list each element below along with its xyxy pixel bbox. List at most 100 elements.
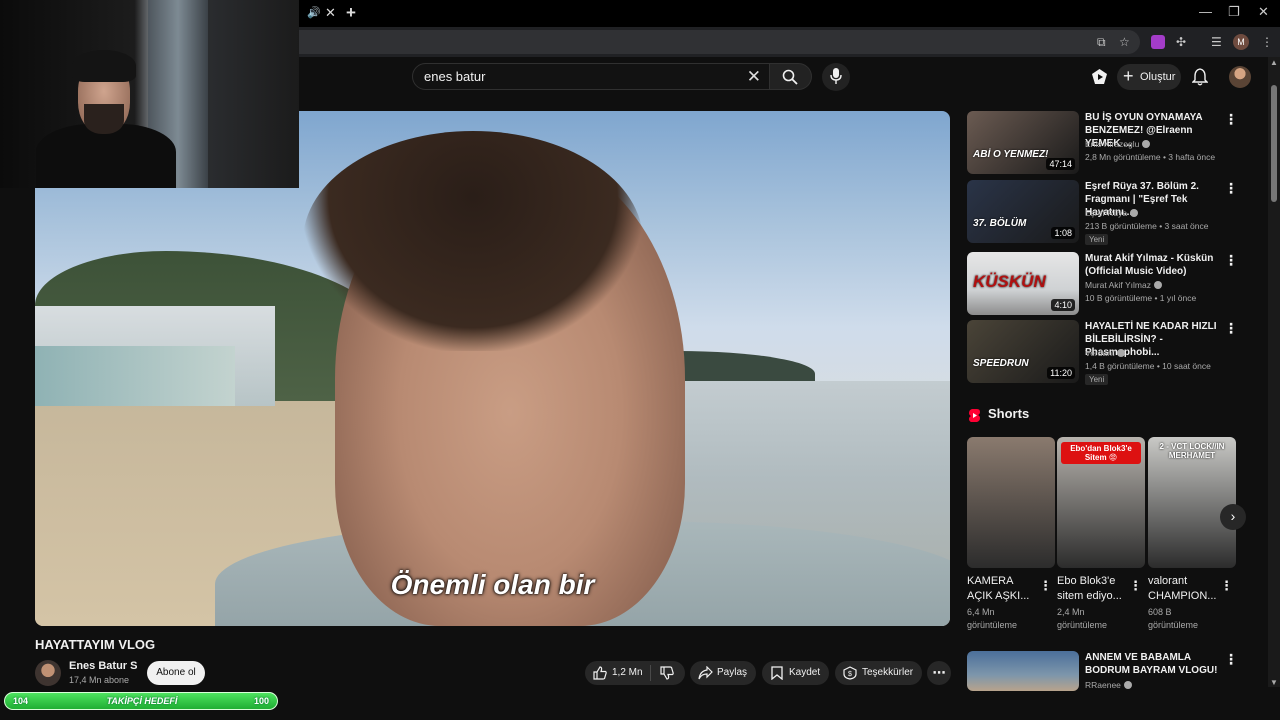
browser-menu-icon[interactable]: ⋮ — [1261, 34, 1273, 50]
video-title: HAYATTAYIM VLOG — [35, 637, 156, 652]
shorts-icon — [969, 409, 980, 422]
search-button[interactable] — [770, 63, 812, 90]
thumbs-up-icon — [593, 666, 607, 680]
channel-name[interactable]: Enes Batur S — [69, 660, 137, 672]
more-actions-button[interactable]: ⋯ — [927, 661, 951, 685]
subscribe-button[interactable]: Abone ol — [147, 661, 205, 685]
video-subtitle: Önemli olan bir — [390, 569, 595, 600]
account-avatar[interactable] — [1229, 66, 1251, 88]
short-title[interactable]: valorant CHAMPION... — [1148, 574, 1220, 604]
scrollbar-thumb[interactable] — [1271, 85, 1277, 202]
recommendation-meta: 1,4 B görüntüleme • 10 saat önce — [1085, 361, 1211, 371]
voice-search-button[interactable] — [822, 63, 850, 91]
channel-avatar[interactable] — [35, 660, 61, 686]
super-thanks-icon: $ — [843, 666, 857, 680]
scroll-down-arrow[interactable]: ▼ — [1270, 678, 1278, 687]
recommendation-channel[interactable]: Enis Kirazoglu — [1085, 139, 1151, 149]
recommendation-thumbnail[interactable] — [967, 651, 1079, 691]
webcam-streamer-beard — [84, 104, 124, 134]
short-thumbnail-text: Ebo'dan Blok3'e Sitem 😡 — [1061, 442, 1141, 464]
more-options-icon[interactable]: ⋮ — [1129, 578, 1142, 594]
shorts-next-button[interactable]: › — [1220, 504, 1246, 530]
more-options-icon[interactable]: ⋮ — [1224, 651, 1238, 668]
goal-label: TAKİPÇİ HEDEFİ — [106, 696, 178, 706]
video-duration: 1:08 — [1051, 227, 1075, 239]
studio-icon[interactable] — [1091, 68, 1108, 85]
create-button[interactable]: + Oluştur — [1117, 64, 1181, 90]
recommendation-title[interactable]: ANNEM VE BABAMLA BODRUM BAYRAM VLOGU! — [1085, 651, 1225, 677]
speaker-icon[interactable]: 🔊 — [307, 6, 321, 19]
recommendation-item[interactable]: ABİ O YENMEZ! 47:14 BU İŞ OYUN OYNAMAYA BE… — [967, 111, 1267, 177]
svg-text:$: $ — [848, 671, 852, 678]
recommendation-thumbnail[interactable]: 37. BÖLÜM 1:08 — [967, 180, 1079, 243]
recommendation-meta: 213 B görüntüleme • 3 saat önce — [1085, 221, 1209, 231]
short-thumbnail[interactable]: 2 - VCT LOCK//IN MERHAMET — [1148, 437, 1236, 568]
follower-goal-bar: 104 TAKİPÇİ HEDEFİ 100 — [4, 692, 278, 710]
new-tab-button[interactable]: + — [346, 3, 356, 23]
search-box[interactable]: ✕ — [412, 63, 770, 90]
new-badge: Yeni — [1085, 374, 1109, 385]
more-options-icon[interactable]: ⋮ — [1224, 111, 1238, 128]
extensions-puzzle-icon[interactable]: ✣ — [1176, 34, 1186, 50]
address-bar[interactable] — [298, 30, 1140, 54]
recommendation-item[interactable]: KÜSKÜN 4:10 Murat Akif Yılmaz - Küskün (Of… — [967, 252, 1267, 318]
video-subject-hair — [303, 131, 643, 351]
close-tab-icon[interactable]: ✕ — [325, 5, 336, 21]
plus-icon: + — [1123, 66, 1134, 86]
media-control-icon[interactable]: ☰ — [1211, 34, 1222, 50]
search-input[interactable] — [424, 69, 724, 84]
install-app-icon[interactable]: ⧉ — [1097, 34, 1106, 50]
recommendation-channel[interactable]: Eşref Rüya — [1085, 208, 1139, 218]
verified-icon — [1130, 209, 1139, 217]
clear-search-icon[interactable]: ✕ — [747, 67, 761, 87]
subscriber-count: 17,4 Mn abone — [69, 675, 130, 685]
extension-icon[interactable] — [1151, 35, 1165, 49]
recommendation-thumbnail[interactable]: SPEEDRUN 11:20 — [967, 320, 1079, 383]
short-item[interactable]: 2 - VCT LOCK//IN MERHAMET valorant CHAMPI… — [1148, 437, 1236, 630]
thumbnail-text: ABİ O YENMEZ! — [973, 149, 1049, 160]
notifications-bell-icon[interactable] — [1192, 68, 1208, 86]
recommendation-meta: 10 B görüntüleme • 1 yıl önce — [1085, 293, 1197, 303]
short-views: 6,4 Mn görüntüleme — [967, 607, 1018, 630]
close-window-button[interactable]: ✕ — [1258, 4, 1269, 20]
recommendation-channel[interactable]: Murat Akif Yılmaz — [1085, 280, 1162, 290]
save-button[interactable]: Kaydet — [762, 661, 829, 685]
short-item[interactable]: Ebo'dan Blok3'e Sitem 😡 Ebo Blok3'e sitem… — [1057, 437, 1145, 630]
recommendation-channel: RRaenee — [1085, 680, 1132, 690]
thumbs-down-icon — [660, 666, 674, 680]
short-title[interactable]: Ebo Blok3'e sitem ediyo... — [1057, 574, 1129, 604]
minimize-button[interactable]: — — [1199, 4, 1212, 19]
recommendation-channel[interactable]: Verdant — [1085, 348, 1126, 358]
search-icon — [782, 69, 798, 85]
more-options-icon[interactable]: ⋮ — [1224, 320, 1238, 337]
webcam-overlay — [0, 0, 299, 188]
recommendation-item[interactable]: ANNEM VE BABAMLA BODRUM BAYRAM VLOGU! RR… — [967, 651, 1267, 691]
recommendation-thumbnail[interactable]: KÜSKÜN 4:10 — [967, 252, 1079, 315]
recommendation-item[interactable]: 37. BÖLÜM 1:08 Eşref Rüya 37. Bölüm 2. Fra… — [967, 180, 1267, 246]
recommendation-thumbnail[interactable]: ABİ O YENMEZ! 47:14 — [967, 111, 1079, 174]
like-dislike-group: 1,2 Mn — [585, 661, 685, 685]
more-options-icon[interactable]: ⋮ — [1220, 578, 1233, 594]
recommendation-item[interactable]: SPEEDRUN 11:20 HAYALETİ NE KADAR HIZLI BİL… — [967, 320, 1267, 386]
recommendation-title[interactable]: Murat Akif Yılmaz - Küskün (Official Mus… — [1085, 252, 1225, 278]
share-button[interactable]: Paylaş — [690, 661, 756, 685]
scroll-up-arrow[interactable]: ▲ — [1270, 58, 1278, 67]
short-thumbnail[interactable] — [967, 437, 1055, 568]
recommendation-meta: 2,8 Mn görüntüleme • 3 hafta önce — [1085, 152, 1216, 162]
profile-avatar[interactable]: M — [1233, 34, 1249, 50]
more-options-icon[interactable]: ⋮ — [1039, 578, 1052, 594]
restore-button[interactable]: ❐ — [1228, 4, 1240, 20]
short-thumbnail[interactable]: Ebo'dan Blok3'e Sitem 😡 — [1057, 437, 1145, 568]
video-player[interactable]: Önemli olan bir — [35, 111, 950, 626]
verified-icon — [1142, 140, 1151, 148]
video-scene-wall — [35, 346, 235, 406]
more-options-icon[interactable]: ⋮ — [1224, 180, 1238, 197]
browser-tab[interactable]: 🔊 ✕ — [298, 4, 342, 24]
thanks-button[interactable]: $ Teşekkürler — [835, 661, 922, 685]
verified-icon — [1123, 681, 1132, 689]
bookmark-star-icon[interactable]: ☆ — [1119, 34, 1130, 50]
more-options-icon[interactable]: ⋮ — [1224, 252, 1238, 269]
verified-icon — [1153, 281, 1162, 289]
short-item[interactable]: KAMERA AÇIK AŞKI... 6,4 Mn görüntüleme ⋮ — [967, 437, 1055, 630]
short-title[interactable]: KAMERA AÇIK AŞKI... — [967, 574, 1039, 604]
